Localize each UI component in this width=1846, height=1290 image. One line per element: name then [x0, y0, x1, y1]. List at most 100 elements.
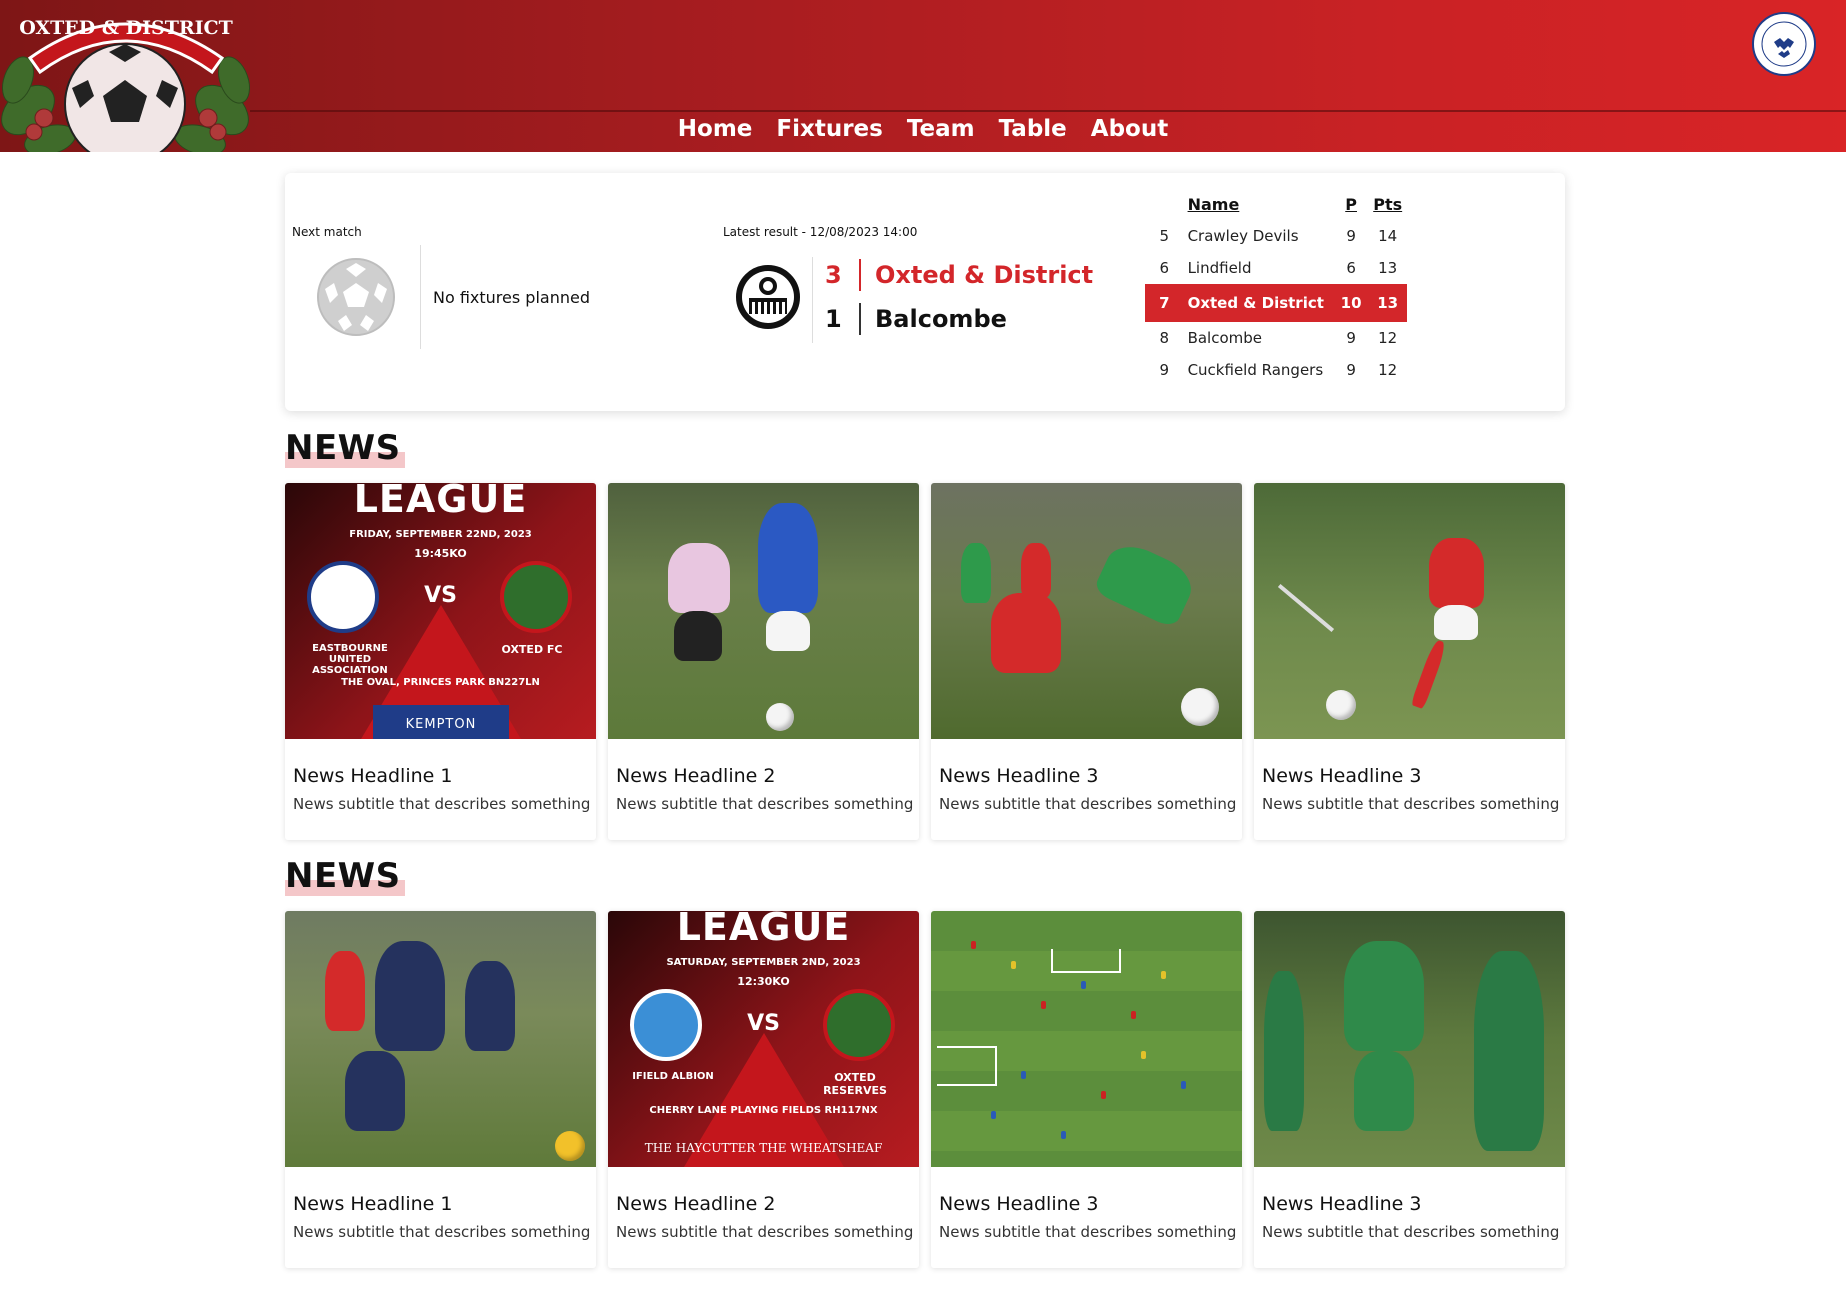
- table-cell-name: Oxted & District: [1183, 284, 1334, 322]
- player-dot: [1041, 1001, 1046, 1009]
- table-row-highlighted[interactable]: 7 Oxted & District 10 13: [1145, 284, 1407, 322]
- poster-away-team: OXTED RESERVES: [823, 1071, 887, 1097]
- poster-sponsor: KEMPTON: [373, 705, 509, 739]
- poster-venue: THE OVAL, PRINCES PARK BN227LN: [341, 677, 540, 688]
- table-cell-played: 9: [1346, 361, 1356, 379]
- result-home-row: 3 Oxted & District: [825, 259, 1093, 291]
- news-image-match-poster: LEAGUE SATURDAY, SEPTEMBER 2ND, 2023 12:…: [608, 911, 919, 1167]
- player-figure: [1092, 536, 1200, 630]
- home-score-bar: [859, 259, 861, 291]
- news-image-photo: [1254, 911, 1565, 1167]
- news-card[interactable]: News Headline 3 News subtitle that descr…: [931, 911, 1242, 1268]
- poster-vs: VS: [424, 583, 457, 608]
- table-header-played[interactable]: P: [1334, 191, 1369, 220]
- player-dot: [1101, 1091, 1106, 1099]
- nav-team[interactable]: Team: [907, 116, 975, 142]
- player-figure: [961, 543, 991, 603]
- table-cell-points: 13: [1368, 284, 1407, 322]
- table-row[interactable]: 6 Lindfield 6 13: [1145, 252, 1407, 284]
- league-table: Name P Pts 5 Crawley Devils 9 14 6 Lindf…: [1145, 191, 1407, 386]
- news-headline: News Headline 3: [939, 1193, 1099, 1215]
- news-headline: News Headline 2: [616, 1193, 776, 1215]
- opponent-crest-icon[interactable]: [735, 264, 801, 330]
- site-header: OXTED & DISTRICT Home Fixtures Team Tabl…: [0, 0, 1846, 152]
- table-row[interactable]: 9 Cuckfield Rangers 9 12: [1145, 354, 1407, 386]
- news-image-photo: [931, 911, 1242, 1167]
- table-cell-played: 9: [1346, 227, 1356, 245]
- poster-date: SATURDAY, SEPTEMBER 2ND, 2023: [666, 957, 861, 968]
- player-dot: [971, 941, 976, 949]
- poster-sponsor: THE HAYCUTTER THE WHEATSHEAF: [644, 1141, 883, 1155]
- news-subtitle: News subtitle that describes something: [293, 795, 591, 813]
- news-card[interactable]: News Headline 3 News subtitle that descr…: [1254, 911, 1565, 1268]
- news-image-photo: [931, 483, 1242, 739]
- table-cell-points: 12: [1378, 329, 1398, 347]
- ball-icon: [766, 703, 794, 731]
- player-figure: [325, 951, 365, 1031]
- table-cell-name: Balcombe: [1187, 329, 1263, 347]
- club-logo-text: OXTED & DISTRICT: [19, 17, 233, 39]
- main-nav: Home Fixtures Team Table About: [0, 116, 1846, 142]
- news-title-text: NEWS: [285, 428, 405, 468]
- player-figure: [674, 611, 722, 661]
- nav-table[interactable]: Table: [999, 116, 1067, 142]
- nav-fixtures[interactable]: Fixtures: [776, 116, 882, 142]
- news-card[interactable]: News Headline 3 News subtitle that descr…: [1254, 483, 1565, 840]
- table-cell-name: Crawley Devils: [1187, 227, 1299, 245]
- away-score-bar: [859, 303, 861, 335]
- news-image-match-poster: LEAGUE FRIDAY, SEPTEMBER 22ND, 2023 19:4…: [285, 483, 596, 739]
- ball-icon: [1326, 690, 1356, 720]
- goal-box: [1051, 949, 1121, 973]
- player-figure: [1264, 971, 1304, 1131]
- news-headline: News Headline 1: [293, 765, 453, 787]
- table-cell-played: 9: [1346, 329, 1356, 347]
- latest-result-divider: [812, 257, 813, 343]
- table-cell-points: 13: [1378, 259, 1398, 277]
- news-section-title: NEWS: [285, 856, 405, 896]
- nav-about[interactable]: About: [1091, 116, 1168, 142]
- news-subtitle: News subtitle that describes something: [939, 795, 1237, 813]
- home-team: Oxted & District: [875, 261, 1094, 289]
- news-subtitle: News subtitle that describes something: [293, 1223, 591, 1241]
- news-card[interactable]: News Headline 3 News subtitle that descr…: [931, 483, 1242, 840]
- player-dot: [1181, 1081, 1186, 1089]
- next-match-label: Next match: [292, 225, 362, 239]
- table-cell-points: 12: [1378, 361, 1398, 379]
- table-cell-played: 6: [1346, 259, 1356, 277]
- poster-home-team: EASTBOURNE UNITED ASSOCIATION: [312, 643, 388, 676]
- news-headline: News Headline 3: [1262, 1193, 1422, 1215]
- news-card-row: LEAGUE FRIDAY, SEPTEMBER 22ND, 2023 19:4…: [285, 483, 1565, 840]
- news-headline: News Headline 1: [293, 1193, 453, 1215]
- news-subtitle: News subtitle that describes something: [1262, 795, 1560, 813]
- placeholder-ball-icon: [316, 257, 396, 337]
- table-cell-pos: 6: [1159, 259, 1170, 277]
- table-header-name[interactable]: Name: [1184, 191, 1334, 220]
- news-image-photo: [285, 911, 596, 1167]
- news-card-row: News Headline 1 News subtitle that descr…: [285, 911, 1565, 1268]
- player-dot: [1131, 1011, 1136, 1019]
- player-dot: [1021, 1071, 1026, 1079]
- nav-home[interactable]: Home: [678, 116, 753, 142]
- news-card[interactable]: News Headline 1 News subtitle that descr…: [285, 911, 596, 1268]
- poster-kickoff: 19:45KO: [414, 547, 467, 560]
- player-dot: [1011, 961, 1016, 969]
- news-image-photo: [608, 483, 919, 739]
- table-row[interactable]: 5 Crawley Devils 9 14: [1145, 220, 1407, 252]
- news-card[interactable]: News Headline 2 News subtitle that descr…: [608, 483, 919, 840]
- news-card[interactable]: LEAGUE SATURDAY, SEPTEMBER 2ND, 2023 12:…: [608, 911, 919, 1268]
- ball-icon: [555, 1131, 585, 1161]
- player-dot: [1081, 981, 1086, 989]
- player-figure: [1344, 941, 1424, 1051]
- poster-kickoff: 12:30KO: [737, 975, 790, 988]
- league-badge[interactable]: [1752, 12, 1816, 76]
- news-card[interactable]: LEAGUE FRIDAY, SEPTEMBER 22ND, 2023 19:4…: [285, 483, 596, 840]
- table-row[interactable]: 8 Balcombe 9 12: [1145, 322, 1407, 354]
- news-subtitle: News subtitle that describes something: [616, 795, 914, 813]
- player-figure: [766, 611, 810, 651]
- home-score: 3: [825, 261, 842, 289]
- news-subtitle: News subtitle that describes something: [1262, 1223, 1560, 1241]
- latest-result-label: Latest result - 12/08/2023 14:00: [723, 225, 918, 239]
- header-divider: [250, 110, 1846, 112]
- poster-date: FRIDAY, SEPTEMBER 22ND, 2023: [349, 529, 532, 540]
- table-header-points[interactable]: Pts: [1368, 191, 1407, 220]
